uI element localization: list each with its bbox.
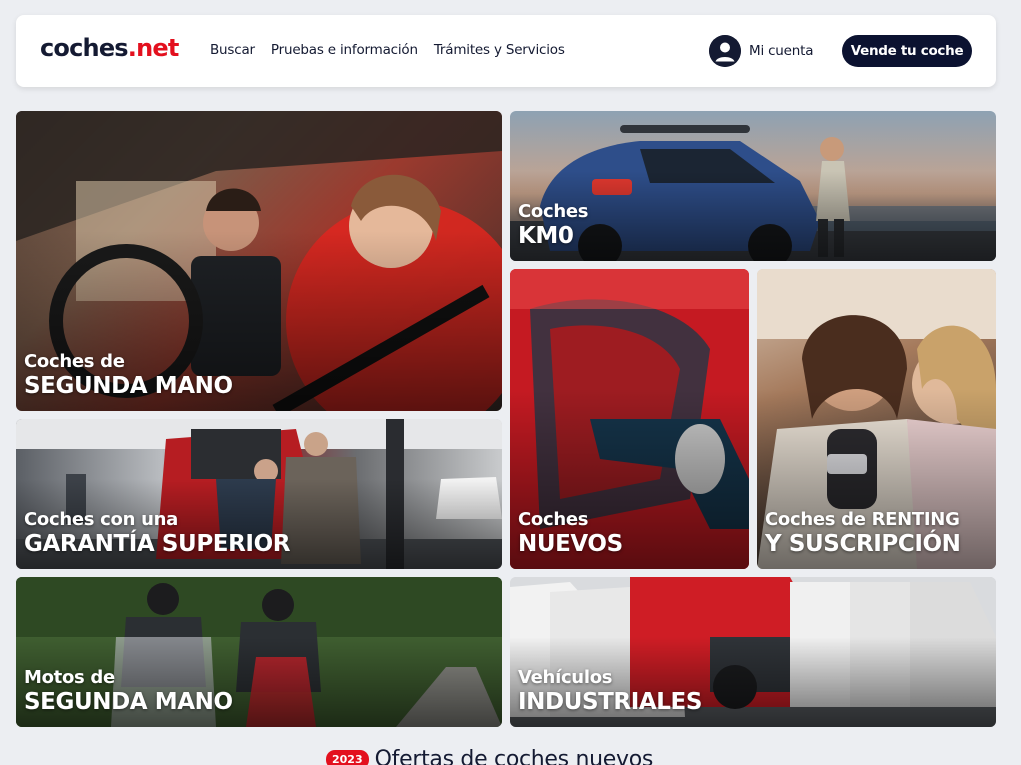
- tile-line1: Coches: [518, 508, 589, 530]
- logo-dot: .: [127, 34, 137, 62]
- tile-caption: Coches NUEVOS: [518, 509, 623, 559]
- tile-caption: Coches de SEGUNDA MANO: [24, 351, 233, 401]
- nav-buscar[interactable]: Buscar: [210, 42, 255, 58]
- site-header: coches.net Buscar Pruebas e información …: [16, 15, 996, 87]
- tile-line2: INDUSTRIALES: [518, 689, 703, 716]
- tile-new-cars[interactable]: Coches NUEVOS: [510, 269, 749, 569]
- offers-section-header: 2023 Ofertas de coches nuevos: [326, 747, 653, 765]
- tile-line1: Motos de: [24, 666, 115, 688]
- tile-line2: GARANTÍA SUPERIOR: [24, 531, 291, 558]
- tile-line2: Y SUSCRIPCIÓN: [765, 531, 961, 558]
- tile-caption: Coches con una GARANTÍA SUPERIOR: [24, 509, 290, 559]
- account-link[interactable]: Mi cuenta: [709, 35, 813, 67]
- nav-pruebas[interactable]: Pruebas e información: [271, 42, 418, 58]
- tile-used-cars[interactable]: Coches de SEGUNDA MANO: [16, 111, 502, 411]
- tile-caption: Vehículos INDUSTRIALES: [518, 667, 702, 717]
- tile-renting-cars[interactable]: Coches de RENTING Y SUSCRIPCIÓN: [757, 269, 996, 569]
- tile-line1: Vehículos: [518, 666, 613, 688]
- tile-warranty-cars[interactable]: Coches con una GARANTÍA SUPERIOR: [16, 419, 502, 569]
- sell-car-button[interactable]: Vende tu coche: [842, 35, 972, 67]
- main-nav: Buscar Pruebas e información Trámites y …: [210, 42, 565, 58]
- account-label: Mi cuenta: [749, 43, 814, 59]
- tile-km0-cars[interactable]: Coches KM0: [510, 111, 996, 261]
- tile-line2: KM0: [518, 223, 574, 250]
- tile-industrial-vehicles[interactable]: Vehículos INDUSTRIALES: [510, 577, 996, 727]
- tile-used-motorbikes[interactable]: Motos de SEGUNDA MANO: [16, 577, 502, 727]
- year-badge: 2023: [326, 750, 369, 765]
- user-circle-icon: [709, 35, 741, 67]
- tile-line1: Coches: [518, 200, 589, 222]
- tile-line1: Coches de: [24, 350, 125, 372]
- offers-title: Ofertas de coches nuevos: [374, 747, 654, 765]
- tile-line2: NUEVOS: [518, 531, 623, 558]
- tile-line2: SEGUNDA MANO: [24, 689, 233, 716]
- tile-line1: Coches con una: [24, 508, 178, 530]
- tile-caption: Motos de SEGUNDA MANO: [24, 667, 233, 717]
- tile-caption: Coches KM0: [518, 201, 588, 251]
- tile-line1: Coches de RENTING: [765, 508, 960, 530]
- tile-caption: Coches de RENTING Y SUSCRIPCIÓN: [765, 509, 961, 559]
- coches-net-logo[interactable]: coches.net: [40, 34, 179, 62]
- tile-line2: SEGUNDA MANO: [24, 373, 233, 400]
- logo-text: coches: [40, 34, 129, 62]
- nav-tramites[interactable]: Trámites y Servicios: [434, 42, 565, 58]
- logo-net: net: [136, 34, 179, 62]
